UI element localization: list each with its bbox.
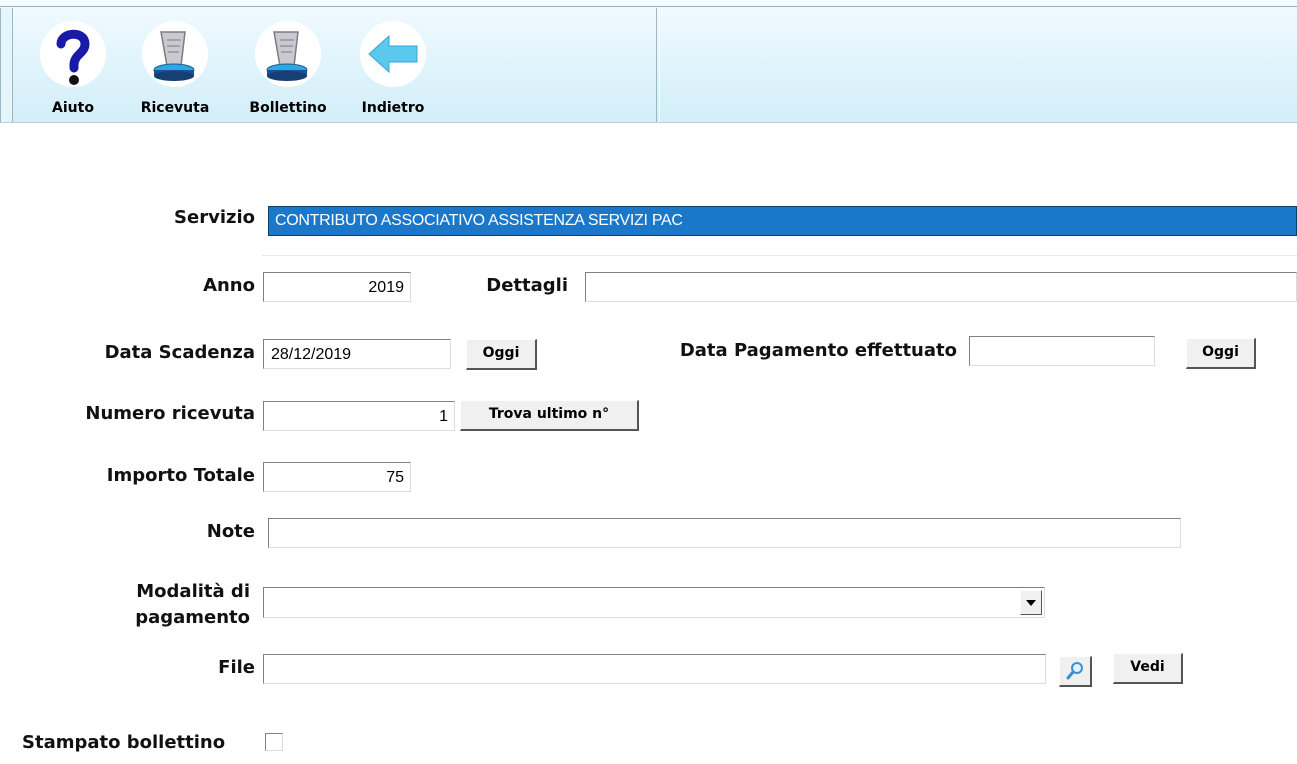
modalita-dropdown-button[interactable] bbox=[1020, 590, 1042, 615]
modalita-label: Modalità di pagamento bbox=[40, 579, 250, 631]
back-button[interactable]: Indietro bbox=[348, 14, 438, 118]
servizio-label: Servizio bbox=[174, 207, 255, 228]
data-pagamento-field[interactable] bbox=[969, 336, 1155, 366]
form-divider bbox=[262, 255, 1297, 256]
stampato-bollettino-label: Stampato bollettino bbox=[22, 732, 226, 753]
receipt-button[interactable]: Ricevuta bbox=[130, 14, 220, 118]
back-button-label: Indietro bbox=[361, 100, 425, 116]
importo-totale-field[interactable]: 75 bbox=[263, 462, 411, 492]
stampato-bollettino-checkbox[interactable] bbox=[265, 733, 283, 751]
numero-ricevuta-field[interactable]: 1 bbox=[263, 401, 455, 431]
vedi-button[interactable]: Vedi bbox=[1113, 653, 1183, 684]
data-pagamento-label: Data Pagamento effettuato bbox=[679, 340, 957, 361]
toolbar-top-line bbox=[0, 6, 1297, 7]
data-scadenza-field[interactable]: 28/12/2019 bbox=[263, 339, 451, 369]
anno-label: Anno bbox=[203, 275, 255, 296]
dettagli-label: Dettagli bbox=[486, 275, 568, 296]
chevron-down-icon bbox=[1026, 600, 1036, 606]
toolbar: Aiuto Ricevuta Bollettino Indietro bbox=[0, 0, 1297, 123]
payment-slip-button-label: Bollettino bbox=[249, 100, 327, 116]
modalita-label-line1: Modalità di bbox=[136, 581, 250, 602]
payment-slip-printer-icon bbox=[255, 21, 321, 87]
back-arrow-icon bbox=[360, 21, 426, 87]
file-field[interactable] bbox=[263, 654, 1046, 684]
trova-ultimo-button[interactable]: Trova ultimo n° bbox=[460, 400, 639, 431]
importo-totale-label: Importo Totale bbox=[106, 465, 255, 486]
help-button[interactable]: Aiuto bbox=[28, 14, 118, 118]
toolbar-grip bbox=[0, 8, 13, 122]
help-button-label: Aiuto bbox=[52, 100, 94, 116]
note-field[interactable] bbox=[268, 518, 1181, 548]
numero-ricevuta-label: Numero ricevuta bbox=[85, 403, 255, 424]
help-question-icon bbox=[40, 21, 106, 87]
modalita-select[interactable] bbox=[263, 587, 1045, 618]
toolbar-separator bbox=[656, 8, 660, 122]
modalita-label-line2: pagamento bbox=[135, 607, 250, 628]
receipt-button-label: Ricevuta bbox=[140, 100, 210, 116]
file-label: File bbox=[218, 657, 255, 678]
note-label: Note bbox=[206, 521, 255, 542]
payment-slip-button[interactable]: Bollettino bbox=[243, 14, 333, 118]
servizio-field[interactable]: CONTRIBUTO ASSOCIATIVO ASSISTENZA SERVIZ… bbox=[268, 206, 1297, 236]
data-scadenza-oggi-button[interactable]: Oggi bbox=[466, 339, 537, 370]
data-scadenza-label: Data Scadenza bbox=[104, 342, 255, 363]
dettagli-field[interactable] bbox=[585, 272, 1297, 302]
magnifier-icon bbox=[1066, 662, 1083, 680]
data-pagamento-oggi-button[interactable]: Oggi bbox=[1186, 338, 1256, 369]
receipt-printer-icon bbox=[142, 21, 208, 87]
anno-field[interactable]: 2019 bbox=[263, 272, 411, 302]
file-browse-button[interactable] bbox=[1059, 656, 1092, 687]
